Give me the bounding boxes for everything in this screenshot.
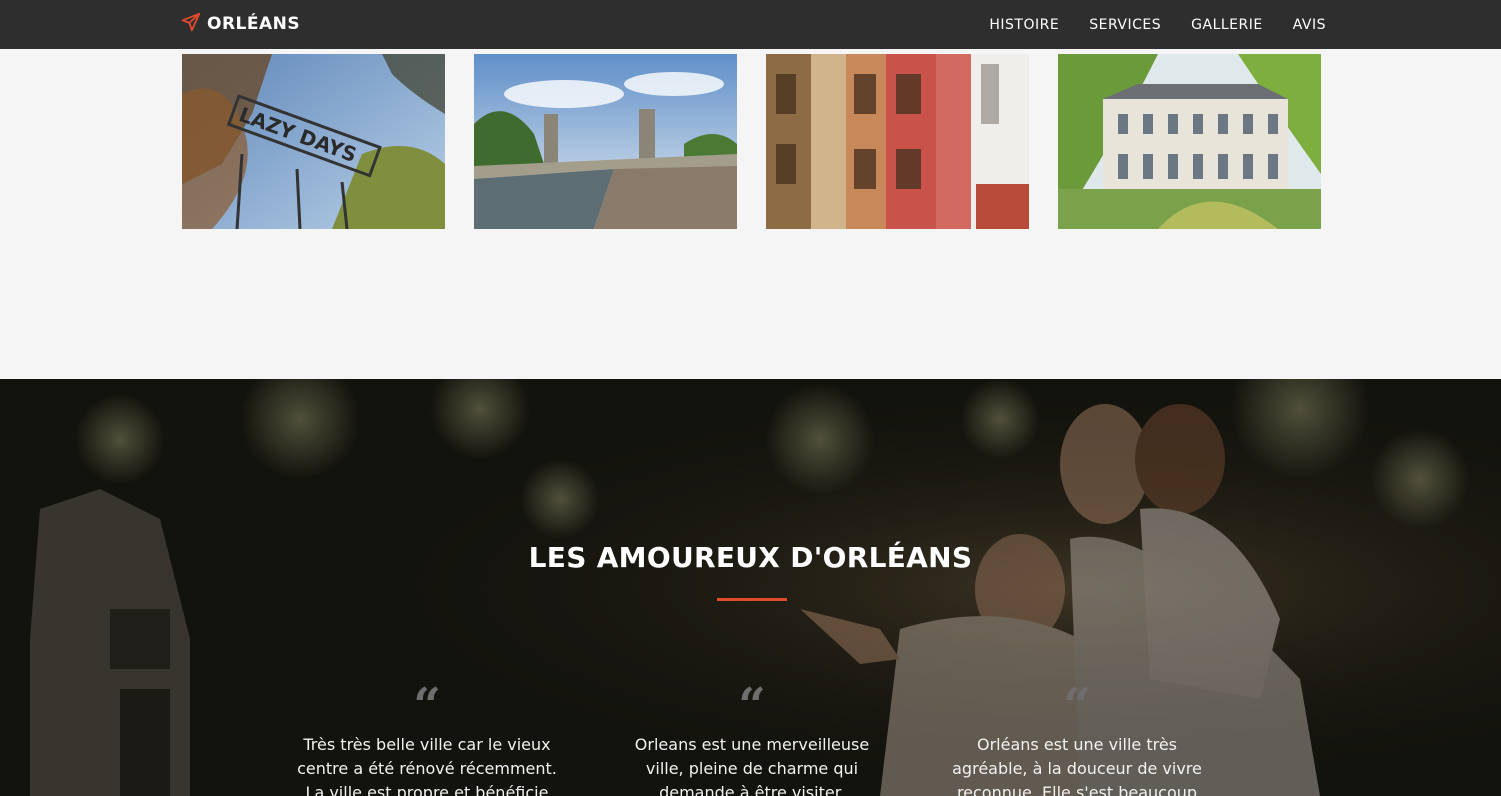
main-nav: HISTOIRE SERVICES GALLERIE AVIS <box>959 0 1326 49</box>
testimonial-text: Très très belle ville car le vieux centr… <box>297 735 557 796</box>
paper-plane-icon <box>181 12 207 36</box>
navbar: ORLÉANS HISTOIRE SERVICES GALLERIE AVIS <box>0 0 1501 49</box>
testimonials-title: LES AMOUREUX D'ORLÉANS <box>528 541 973 574</box>
quote-icon: “ <box>413 678 441 734</box>
gallery-image-canal[interactable] <box>474 54 737 229</box>
testimonial-item: “ Orleans est une merveilleuse ville, pl… <box>617 678 887 796</box>
photo-gallery: LAZY DAYS <box>182 54 1321 229</box>
quote-icon: “ <box>1063 678 1091 734</box>
testimonial-text: Orléans est une ville très agréable, à l… <box>952 735 1202 796</box>
title-divider <box>717 598 787 601</box>
nav-link-histoire[interactable]: HISTOIRE <box>989 17 1059 33</box>
testimonial-item: “ Très très belle ville car le vieux cen… <box>292 678 562 796</box>
testimonials-section: LES AMOUREUX D'ORLÉANS “ Très très belle… <box>0 379 1501 796</box>
testimonial-item: “ Orléans est une ville très agréable, à… <box>942 678 1212 796</box>
nav-link-gallerie[interactable]: GALLERIE <box>1191 17 1263 33</box>
quote-icon: “ <box>738 678 766 734</box>
testimonial-text: Orleans est une merveilleuse ville, plei… <box>634 735 870 796</box>
nav-link-avis[interactable]: AVIS <box>1293 17 1326 33</box>
gallery-image-houses[interactable] <box>766 54 1029 229</box>
brand-name: ORLÉANS <box>207 14 301 34</box>
gallery-image-lazy-days[interactable]: LAZY DAYS <box>182 54 445 229</box>
gallery-image-chateau[interactable] <box>1058 54 1321 229</box>
nav-link-services[interactable]: SERVICES <box>1089 17 1161 33</box>
brand-link[interactable]: ORLÉANS <box>181 12 300 36</box>
